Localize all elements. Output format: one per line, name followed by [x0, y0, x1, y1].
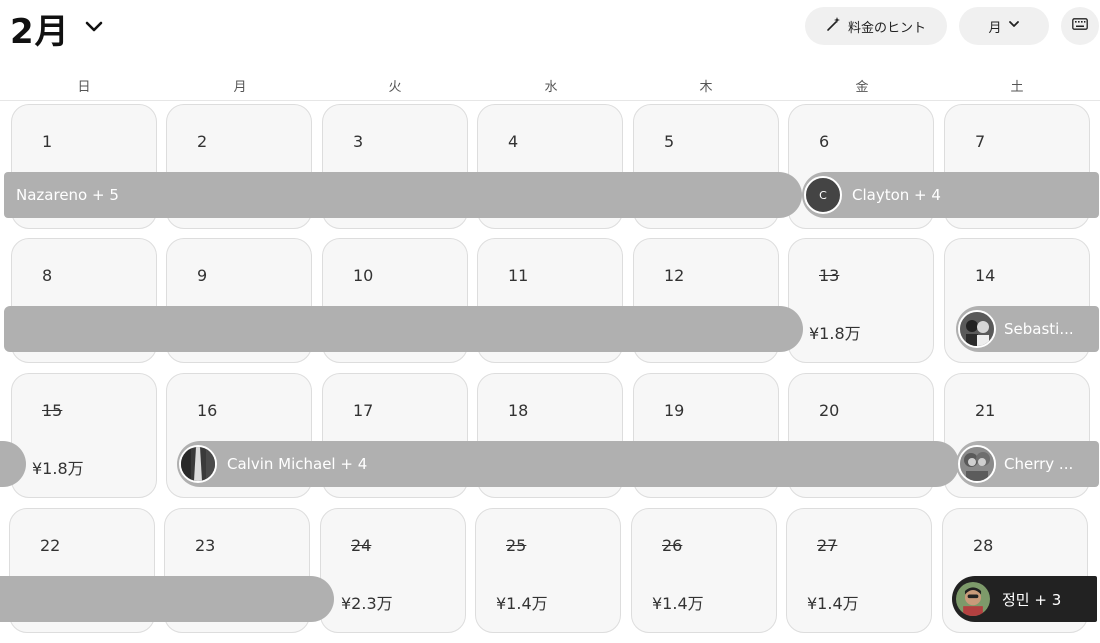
view-mode-label: 月	[988, 20, 1002, 36]
weekday-label: 日	[77, 80, 91, 95]
weekday-label: 木	[699, 80, 713, 95]
day-number: 3	[353, 132, 364, 151]
day-number: 10	[353, 266, 374, 285]
day-number: 8	[42, 266, 53, 285]
calendar-header: 2月 料金のヒント 月	[0, 0, 1100, 60]
reservation-bar[interactable]: Calvin Michael + 4	[177, 441, 959, 487]
pricing-hint-button[interactable]: 料金のヒント	[805, 7, 947, 45]
reservation-bar[interactable]: Cherry ...	[956, 441, 1099, 487]
day-cell[interactable]: 13 ¥1.8万	[788, 238, 934, 363]
day-number: 19	[664, 401, 685, 420]
reservation-bar[interactable]: Nazareno + 5	[4, 172, 802, 218]
day-number: 23	[195, 536, 216, 555]
magic-wand-icon	[826, 16, 842, 36]
nightly-price: ¥1.4万	[652, 594, 704, 613]
day-number: 21	[975, 401, 996, 420]
day-cell[interactable]: 24 ¥2.3万	[320, 508, 466, 633]
month-title[interactable]: 2月	[10, 4, 70, 53]
day-number: 5	[664, 132, 675, 151]
day-number: 14	[975, 266, 996, 285]
day-number: 27	[817, 536, 838, 555]
reservation-guest-label: Cherry ...	[1004, 455, 1074, 473]
day-cell[interactable]: 26 ¥1.4万	[631, 508, 777, 633]
day-number: 9	[197, 266, 208, 285]
guest-avatar	[954, 580, 992, 618]
guest-avatar	[958, 310, 996, 348]
nightly-price: ¥1.8万	[32, 459, 84, 478]
reservation-bar-selected[interactable]: 정민 + 3	[952, 576, 1097, 622]
day-number: 15	[42, 401, 63, 420]
day-number: 16	[197, 401, 218, 420]
nightly-price: ¥2.3万	[341, 594, 393, 613]
day-number: 28	[973, 536, 994, 555]
guest-avatar	[958, 445, 996, 483]
day-number: 12	[664, 266, 685, 285]
chevron-down-icon[interactable]	[80, 12, 108, 40]
reservation-guest-label: 정민 + 3	[1002, 590, 1062, 609]
reservation-guest-label: Nazareno + 5	[16, 186, 119, 204]
reservation-guest-label: Sebasti...	[1004, 320, 1074, 338]
reservation-bar[interactable]	[0, 576, 334, 622]
guest-avatar: C	[804, 176, 842, 214]
weekday-label: 火	[388, 80, 402, 95]
reservation-bar[interactable]: C Clayton + 4	[802, 172, 1099, 218]
day-cell[interactable]: 25 ¥1.4万	[475, 508, 621, 633]
day-cell[interactable]: 27 ¥1.4万	[786, 508, 932, 633]
day-number: 17	[353, 401, 374, 420]
weekday-label: 月	[233, 80, 247, 95]
day-number: 4	[508, 132, 519, 151]
weekday-header: 日 月 火 水 木 金 土	[0, 70, 1100, 101]
view-mode-dropdown[interactable]: 月	[959, 7, 1049, 45]
day-number: 13	[819, 266, 840, 285]
guest-avatar	[179, 445, 217, 483]
day-number: 7	[975, 132, 986, 151]
day-number: 24	[351, 536, 372, 555]
reservation-guest-label: Calvin Michael + 4	[227, 455, 368, 473]
reservation-bar[interactable]	[4, 306, 803, 352]
day-number: 25	[506, 536, 527, 555]
reservation-guest-label: Clayton + 4	[852, 186, 941, 204]
chevron-down-icon	[1008, 18, 1020, 34]
weekday-label: 水	[544, 80, 558, 95]
reservation-bar[interactable]: Sebasti...	[956, 306, 1099, 352]
day-number: 22	[40, 536, 61, 555]
nightly-price: ¥1.8万	[809, 324, 861, 343]
day-cell[interactable]: 15 ¥1.8万	[11, 373, 157, 498]
keyboard-icon	[1072, 18, 1088, 34]
day-number: 18	[508, 401, 529, 420]
day-number: 11	[508, 266, 529, 285]
day-number: 26	[662, 536, 683, 555]
day-number: 2	[197, 132, 208, 151]
pricing-hint-label: 料金のヒント	[847, 20, 926, 36]
nightly-price: ¥1.4万	[807, 594, 859, 613]
day-number: 1	[42, 132, 53, 151]
day-number: 6	[819, 132, 830, 151]
keyboard-shortcuts-button[interactable]	[1061, 7, 1099, 45]
weekday-label: 金	[855, 80, 869, 95]
nightly-price: ¥1.4万	[496, 594, 548, 613]
day-number: 20	[819, 401, 840, 420]
weekday-label: 土	[1010, 80, 1024, 95]
